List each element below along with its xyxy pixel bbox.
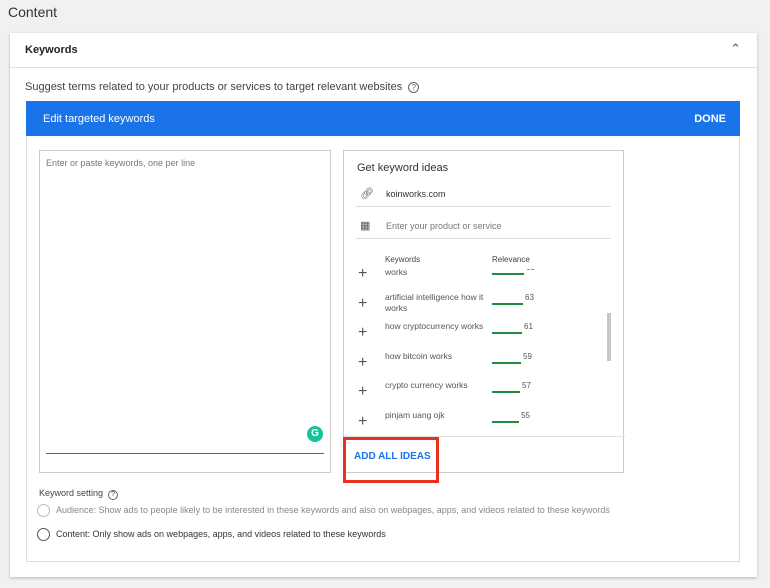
help-icon[interactable]: ? xyxy=(408,82,420,93)
radio-label: Audience: Show ads to people likely to b… xyxy=(56,504,610,515)
plus-icon[interactable]: + xyxy=(358,269,367,282)
ideas-list: + cryptocurrency how it works 65 + artificia… xyxy=(344,269,625,436)
plus-icon[interactable]: + xyxy=(358,325,367,341)
idea-keyword: how cryptocurrency works xyxy=(385,321,484,331)
relevance-bar xyxy=(492,391,521,393)
plus-icon[interactable]: + xyxy=(358,413,367,430)
grammarly-icon[interactable]: G xyxy=(307,426,323,442)
idea-row[interactable]: + crypto currency works 57 xyxy=(344,378,614,408)
relevance-bar xyxy=(492,273,524,275)
radio-label: Content: Only show ads on webpages, apps… xyxy=(56,528,386,539)
relevance-value: 59 xyxy=(523,351,532,361)
ideas-title: Get keyword ideas xyxy=(357,162,449,174)
suggest-label: Suggest terms related to your products o… xyxy=(25,81,403,93)
radio-audience[interactable]: Audience: Show ads to people likely to b… xyxy=(37,504,610,517)
col-keywords: Keywords xyxy=(385,255,421,264)
edit-bar: Edit targeted keywords DONE xyxy=(26,101,740,136)
idea-row[interactable]: + artificial intelligence how it works 63 xyxy=(344,290,614,320)
idea-keyword: pinjam uang ojk xyxy=(385,409,445,420)
keyword-setting-label: Keyword setting? xyxy=(39,488,119,500)
keyword-textarea-placeholder: Enter or paste keywords, one per line xyxy=(46,158,196,168)
section-header[interactable]: Keywords ⌃ xyxy=(10,33,757,68)
section-title: Keywords xyxy=(25,44,78,56)
link-icon: 🔗︎ xyxy=(360,188,374,200)
relevance-value: 55 xyxy=(521,410,530,420)
relevance-bar xyxy=(492,332,523,334)
building-icon: ▦ xyxy=(360,220,371,232)
chevron-up-icon[interactable]: ⌃ xyxy=(730,41,741,57)
scrollbar[interactable] xyxy=(607,313,611,361)
relevance-value: 57 xyxy=(522,381,531,390)
idea-keyword: cryptocurrency how it works xyxy=(385,269,408,277)
ideas-footer: ADD ALL IDEAS xyxy=(343,436,625,483)
relevance-bar xyxy=(492,302,523,305)
keywords-card: Keywords ⌃ Suggest terms related to your… xyxy=(10,33,757,577)
idea-row[interactable]: + how bitcoin works 59 xyxy=(344,349,614,379)
idea-keyword: how bitcoin works xyxy=(385,350,453,361)
textarea-underline xyxy=(46,453,324,454)
radio-circle[interactable] xyxy=(37,504,50,517)
idea-row[interactable]: + how cryptocurrency works 61 xyxy=(344,319,614,349)
relevance-bar xyxy=(492,420,520,423)
plus-icon[interactable]: + xyxy=(358,295,367,312)
product-field[interactable]: ▦ Enter your product or service xyxy=(356,215,611,239)
website-value: koinworks.com xyxy=(386,189,446,199)
edit-bar-title: Edit targeted keywords xyxy=(43,113,155,125)
suggest-text: Suggest terms related to your products o… xyxy=(25,81,420,93)
idea-keyword: artificial intelligence how it works xyxy=(385,291,484,313)
page-title: Content xyxy=(8,4,58,20)
website-field[interactable]: 🔗︎ koinworks.com xyxy=(356,183,611,207)
relevance-value: 63 xyxy=(525,292,534,302)
edit-panel: Enter or paste keywords, one per line G … xyxy=(26,136,740,562)
relevance-value: 61 xyxy=(524,322,533,331)
idea-keyword: crypto currency works xyxy=(385,380,468,390)
relevance-bar xyxy=(492,361,522,364)
plus-icon[interactable]: + xyxy=(358,384,367,400)
radio-circle[interactable] xyxy=(37,528,50,541)
keyword-ideas-panel: Get keyword ideas 🔗︎ koinworks.com ▦ Ent… xyxy=(343,150,625,483)
product-placeholder: Enter your product or service xyxy=(386,221,502,231)
col-relevance: Relevance xyxy=(492,255,530,264)
radio-content[interactable]: Content: Only show ads on webpages, apps… xyxy=(37,528,386,541)
idea-row[interactable]: + cryptocurrency how it works 65 xyxy=(344,269,614,290)
plus-icon[interactable]: + xyxy=(358,354,367,371)
add-all-ideas-button[interactable]: ADD ALL IDEAS xyxy=(354,451,431,462)
done-button[interactable]: DONE xyxy=(694,113,726,125)
keyword-setting-text: Keyword setting xyxy=(39,488,104,498)
help-icon[interactable]: ? xyxy=(108,490,119,500)
relevance-value: 65 xyxy=(526,269,535,272)
idea-row[interactable]: + pinjam uang ojk 55 xyxy=(344,408,614,437)
keyword-textarea[interactable]: Enter or paste keywords, one per line G xyxy=(39,150,331,473)
